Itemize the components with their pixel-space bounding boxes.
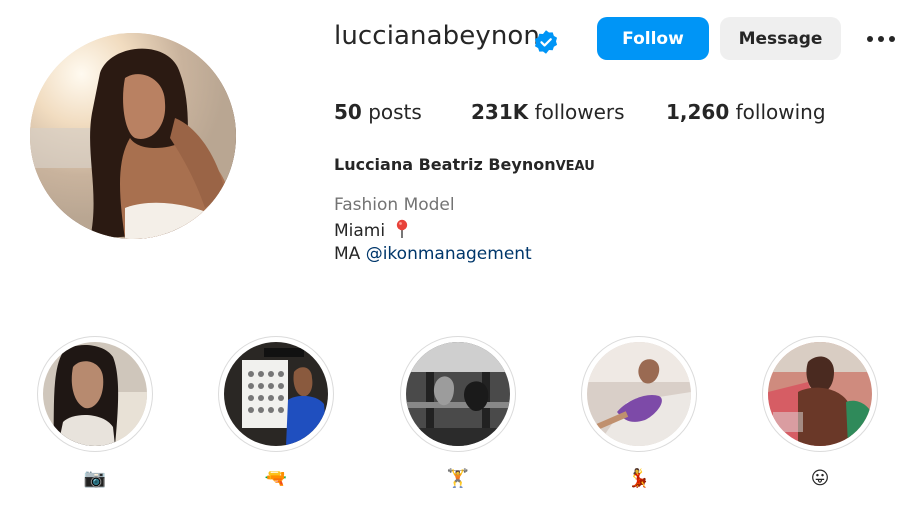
following-count-value: 1,260 <box>666 100 730 124</box>
full-name-text: Lucciana Beatriz Beynon <box>334 155 556 174</box>
following-label: following <box>735 100 826 124</box>
highlight-cover <box>224 342 328 446</box>
highlight-label-3: 🏋 <box>446 468 470 489</box>
highlight-ring <box>400 336 516 452</box>
story-highlight-5[interactable] <box>762 336 878 452</box>
management-mention-link[interactable]: @ikonmanagement <box>366 244 532 264</box>
bio-category: Fashion Model <box>334 195 455 215</box>
message-button[interactable]: Message <box>720 17 841 60</box>
highlight-ring <box>37 336 153 452</box>
highlight-cover <box>406 342 510 446</box>
bio-mgmt-prefix: MA <box>334 244 361 264</box>
profile-photo <box>30 33 236 239</box>
story-highlight-4[interactable] <box>581 336 697 452</box>
highlight-ring <box>762 336 878 452</box>
followers-label: followers <box>534 100 625 124</box>
highlight-label-4: 💃 <box>627 468 651 489</box>
story-highlight-1[interactable] <box>37 336 153 452</box>
bio-management: MA @ikonmanagement <box>334 244 532 264</box>
highlight-cover <box>587 342 691 446</box>
more-options-button[interactable] <box>864 24 898 54</box>
story-highlight-3[interactable] <box>400 336 516 452</box>
bio-city: Miami <box>334 219 409 241</box>
posts-label: posts <box>368 100 422 124</box>
highlight-label-2: 🔫 <box>264 468 288 489</box>
following-link[interactable]: 1,260 following <box>666 100 826 124</box>
verified-badge-icon <box>534 30 558 54</box>
highlight-cover <box>768 342 872 446</box>
profile-username: luccianabeynon <box>334 21 541 51</box>
follow-button[interactable]: Follow <box>597 17 709 60</box>
highlight-label-1: 📷 <box>83 468 107 489</box>
followers-link[interactable]: 231K followers <box>471 100 625 124</box>
profile-full-name: Lucciana Beatriz BeynonVEAU <box>334 155 595 174</box>
highlight-ring <box>218 336 334 452</box>
followers-count-value: 231K <box>471 100 529 124</box>
full-name-suffix: VEAU <box>555 159 595 174</box>
highlight-cover <box>43 342 147 446</box>
story-highlight-2[interactable] <box>218 336 334 452</box>
pushpin-icon <box>396 219 407 238</box>
more-options-icon <box>867 36 895 42</box>
highlight-ring <box>581 336 697 452</box>
highlight-label-5: 😛 <box>810 468 830 489</box>
bio-city-text: Miami <box>334 221 386 241</box>
profile-avatar[interactable] <box>30 33 236 239</box>
posts-count: 50 posts <box>334 100 422 124</box>
posts-count-value: 50 <box>334 100 362 124</box>
